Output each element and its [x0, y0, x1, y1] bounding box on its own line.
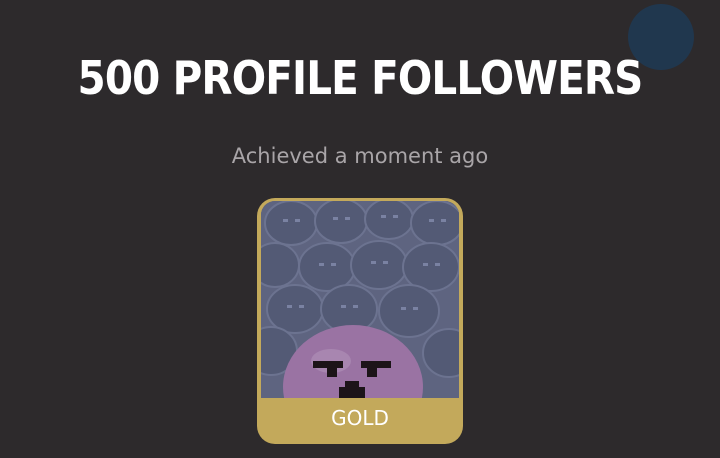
achievement-time: Achieved a moment ago	[231, 144, 489, 168]
achievement-badge[interactable]: GOLD	[257, 198, 463, 444]
achievement-screen: 500 PROFILE FOLLOWERS Achieved a moment …	[0, 0, 720, 458]
grumpy-blob-crowd-icon	[261, 201, 459, 398]
achievement-title: 500 PROFILE FOLLOWERS	[77, 51, 644, 105]
tier-label: GOLD	[331, 406, 389, 430]
badge-art-svg	[261, 201, 459, 398]
